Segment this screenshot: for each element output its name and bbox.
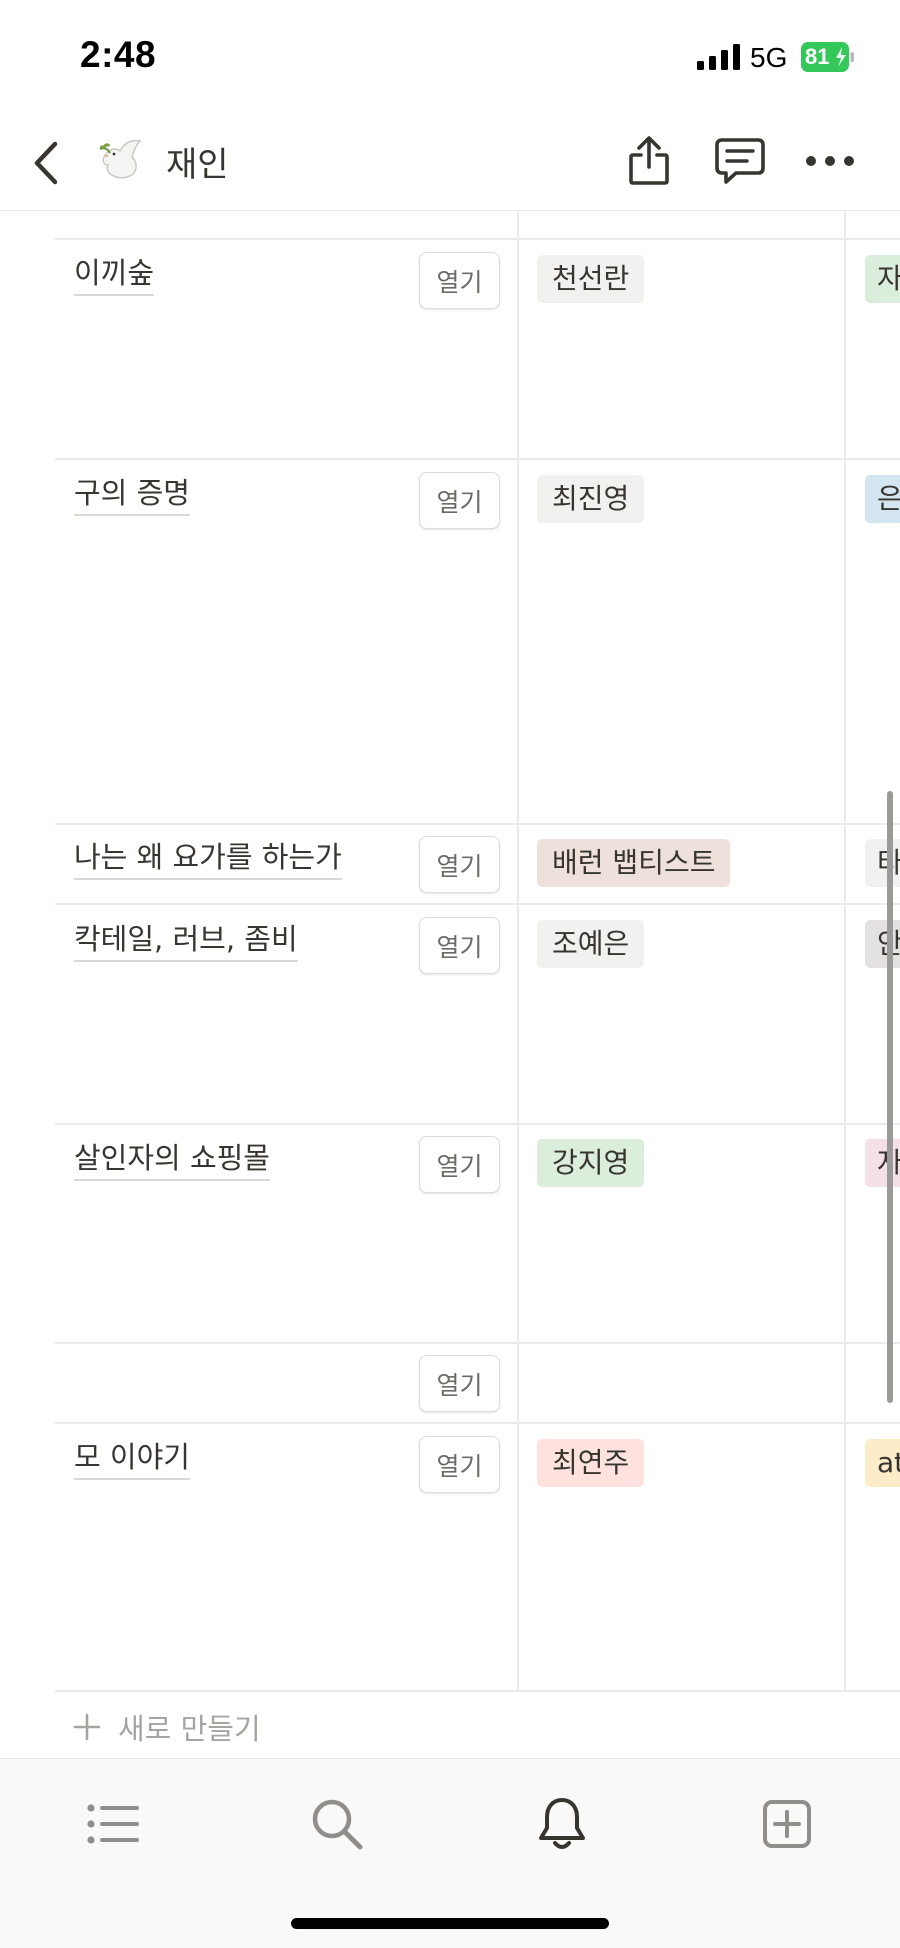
open-button[interactable]: 열기 xyxy=(419,917,500,974)
plus-icon xyxy=(73,1713,101,1741)
battery-icon: 81 xyxy=(801,42,855,72)
column-divider xyxy=(844,211,846,1691)
column-header-ghost: ▬▬ ▬ ▬ xyxy=(74,211,189,219)
row-divider xyxy=(55,1690,900,1692)
ellipsis-icon xyxy=(806,156,854,166)
row-divider xyxy=(55,1422,900,1424)
open-button[interactable]: 열기 xyxy=(419,1436,500,1493)
database-table: ▬▬ ▬ ▬ ▬▬ ▬ ▬ 이끼숲 열기 천선란 자 구의 증명 열기 최진영 … xyxy=(0,211,900,1758)
network-type: 5G xyxy=(750,42,788,73)
column-divider xyxy=(517,211,519,1691)
signal-icon xyxy=(697,44,740,70)
new-row-label: 새로 만들기 xyxy=(118,1712,261,1746)
status-bar: 2:48 5G 81 xyxy=(0,0,900,115)
bell-icon xyxy=(539,1798,585,1849)
next-column-tag[interactable]: 은 xyxy=(865,475,900,523)
comment-icon xyxy=(715,138,765,184)
row-divider xyxy=(55,1123,900,1125)
back-button[interactable] xyxy=(22,133,70,193)
battery-level: 81 xyxy=(805,44,830,69)
author-tag[interactable]: 최연주 xyxy=(537,1439,645,1487)
chevron-left-icon xyxy=(34,141,58,185)
more-button[interactable] xyxy=(798,129,862,193)
bottom-tab-bar xyxy=(0,1758,900,1948)
next-column-tag[interactable]: 자 xyxy=(865,1139,900,1187)
tab-list[interactable] xyxy=(78,1789,148,1859)
next-column-tag[interactable]: 안 xyxy=(865,920,900,968)
tab-notifications[interactable] xyxy=(527,1789,597,1859)
column-header-ghost: ▬▬ ▬ ▬ xyxy=(537,211,652,219)
scrollbar[interactable] xyxy=(887,791,893,1403)
navigation-bar: 재인 xyxy=(0,115,900,211)
comment-button[interactable] xyxy=(708,129,772,193)
new-page-icon xyxy=(763,1800,811,1848)
row-title[interactable]: 구의 증명 xyxy=(74,473,190,516)
row-divider xyxy=(55,823,900,825)
status-time: 2:48 xyxy=(80,34,157,75)
new-row-button[interactable]: 새로 만들기 xyxy=(72,1706,261,1748)
author-tag[interactable]: 배런 뱁티스트 xyxy=(537,839,731,887)
row-title[interactable]: 이끼숲 xyxy=(74,253,155,296)
row-title[interactable]: 칵테일, 러브, 좀비 xyxy=(74,919,298,962)
home-indicator xyxy=(291,1918,609,1929)
row-divider xyxy=(55,458,900,460)
search-icon xyxy=(312,1799,363,1850)
list-icon xyxy=(87,1804,139,1844)
author-tag[interactable]: 최진영 xyxy=(537,475,645,523)
row-title[interactable]: 살인자의 쇼핑몰 xyxy=(74,1138,270,1181)
row-title[interactable]: 모 이야기 xyxy=(74,1437,190,1480)
dove-icon xyxy=(99,139,142,179)
page-title: 재인 xyxy=(166,145,229,185)
open-button[interactable]: 열기 xyxy=(419,1136,500,1193)
share-icon xyxy=(629,136,669,185)
tab-new-page[interactable] xyxy=(752,1789,822,1859)
open-button[interactable]: 열기 xyxy=(419,1355,500,1412)
open-button[interactable]: 열기 xyxy=(419,836,500,893)
row-title[interactable]: 나는 왜 요가를 하는가 xyxy=(74,837,342,880)
open-button[interactable]: 열기 xyxy=(419,472,500,529)
author-tag[interactable]: 천선란 xyxy=(537,255,645,303)
next-column-tag[interactable]: 타 xyxy=(865,839,900,887)
author-tag[interactable]: 조예은 xyxy=(537,920,645,968)
row-divider xyxy=(55,903,900,905)
row-divider xyxy=(55,238,900,240)
share-button[interactable] xyxy=(617,129,681,193)
next-column-tag[interactable]: 자 xyxy=(865,255,900,303)
next-column-tag[interactable]: at xyxy=(865,1439,900,1487)
open-button[interactable]: 열기 xyxy=(419,252,500,309)
row-divider xyxy=(55,1342,900,1344)
tab-search[interactable] xyxy=(302,1789,372,1859)
author-tag[interactable]: 강지영 xyxy=(537,1139,645,1187)
